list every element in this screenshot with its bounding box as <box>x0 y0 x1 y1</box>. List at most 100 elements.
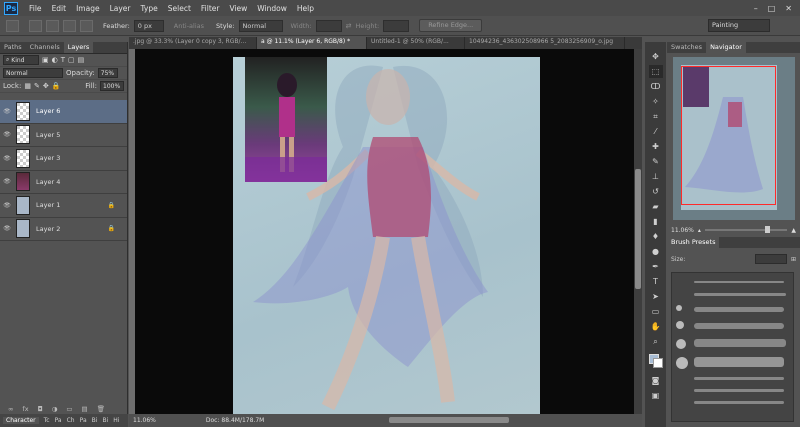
lock-position-icon[interactable]: ✥ <box>43 82 49 90</box>
doc-tab-jpg[interactable]: 10494236_436302508966 5_2083256909_o.jpg <box>465 37 625 49</box>
refine-edge-button[interactable]: Refine Edge... <box>419 19 483 32</box>
brush-preset-list[interactable] <box>671 272 794 422</box>
workspace-select[interactable]: Painting <box>708 19 770 32</box>
character-tab[interactable]: Character <box>3 417 39 424</box>
visibility-eye-icon[interactable]: 👁 <box>0 155 14 162</box>
new-selection-icon[interactable] <box>29 19 42 32</box>
lasso-tool-icon[interactable]: ↀ <box>649 80 663 93</box>
layer-style-icon[interactable]: fx <box>22 405 28 413</box>
menu-filter[interactable]: Filter <box>196 4 225 13</box>
menu-view[interactable]: View <box>224 4 252 13</box>
hand-tool-icon[interactable]: ✋ <box>649 320 663 333</box>
brush-stroke-preview[interactable] <box>694 377 784 380</box>
blur-tool-icon[interactable]: ♦ <box>649 230 663 243</box>
brush-tool-icon[interactable]: ✎ <box>649 155 663 168</box>
fill-input[interactable]: 100% <box>100 81 124 91</box>
close-button[interactable]: ✕ <box>785 4 792 13</box>
tab-layers[interactable]: Layers <box>63 42 94 53</box>
lock-all-icon[interactable]: 🔒 <box>52 82 61 90</box>
stamp-tool-icon[interactable]: ⊥ <box>649 170 663 183</box>
menu-type[interactable]: Type <box>136 4 163 13</box>
height-input[interactable] <box>383 19 410 32</box>
move-tool-icon[interactable]: ✥ <box>649 50 663 63</box>
menu-edit[interactable]: Edit <box>47 4 72 13</box>
menu-help[interactable]: Help <box>292 4 319 13</box>
menu-image[interactable]: Image <box>71 4 105 13</box>
mini-tab-5[interactable]: Bi <box>92 417 98 424</box>
brush-panel-icon[interactable]: ⊞ <box>791 256 796 263</box>
layer-row-layer-1[interactable]: 👁 Layer 1 🔒 <box>0 194 127 218</box>
maximize-button[interactable]: □ <box>768 4 776 13</box>
brush-stroke-preview[interactable] <box>694 389 784 392</box>
brush-stroke-preview[interactable] <box>694 307 784 312</box>
adjustment-layer-icon[interactable]: ◑ <box>52 405 58 413</box>
vertical-scroll-thumb[interactable] <box>635 169 641 289</box>
menu-file[interactable]: File <box>24 4 47 13</box>
screen-mode-icon[interactable]: ▣ <box>649 389 663 402</box>
type-tool-icon[interactable]: T <box>649 275 663 288</box>
brush-stroke-preview[interactable] <box>694 281 784 283</box>
mini-tab-4[interactable]: Pa <box>80 417 87 424</box>
minimize-button[interactable]: – <box>754 4 758 13</box>
history-brush-icon[interactable]: ↺ <box>649 185 663 198</box>
visibility-eye-icon[interactable]: 👁 <box>0 108 14 115</box>
tab-channels[interactable]: Channels <box>26 42 64 53</box>
mini-tab-2[interactable]: Pa <box>55 417 62 424</box>
brush-stroke-preview[interactable] <box>694 339 786 347</box>
eyedropper-tool-icon[interactable]: ⁄ <box>649 125 663 138</box>
menu-select[interactable]: Select <box>163 4 196 13</box>
brush-size-input[interactable] <box>754 254 787 264</box>
brush-stroke-preview[interactable] <box>694 293 786 296</box>
menu-layer[interactable]: Layer <box>105 4 136 13</box>
kind-filter-select[interactable]: ⌕ Kind <box>3 55 39 65</box>
visibility-eye-icon[interactable]: 👁 <box>0 178 14 185</box>
mini-tab-3[interactable]: Ch <box>67 417 75 424</box>
tab-navigator[interactable]: Navigator <box>706 42 746 53</box>
crop-tool-icon[interactable]: ⌗ <box>649 110 663 123</box>
zoom-out-icon[interactable]: ▴ <box>698 227 701 234</box>
quick-select-tool-icon[interactable]: ✧ <box>649 95 663 108</box>
mini-tab-1[interactable]: Tc <box>44 417 50 424</box>
zoom-readout[interactable]: 11.06% <box>133 417 156 424</box>
marquee-preset-icon[interactable] <box>6 19 19 32</box>
filter-pixel-icon[interactable]: ▣ <box>42 56 49 64</box>
zoom-in-icon[interactable]: ▲ <box>791 227 796 234</box>
layer-mask-icon[interactable]: ◘ <box>38 405 43 413</box>
background-color[interactable] <box>652 358 663 368</box>
dodge-tool-icon[interactable]: ● <box>649 245 663 258</box>
zoom-slider[interactable] <box>704 226 788 233</box>
mini-tab-7[interactable]: Hi <box>113 417 119 424</box>
document-canvas[interactable] <box>129 49 634 414</box>
gradient-tool-icon[interactable]: ▮ <box>649 215 663 228</box>
filter-smart-icon[interactable]: ▤ <box>78 56 85 64</box>
new-layer-icon[interactable]: ▤ <box>82 405 88 413</box>
antialias-checkbox[interactable]: Anti-alias <box>174 22 204 30</box>
tab-brush-presets[interactable]: Brush Presets <box>667 237 720 248</box>
tab-swatches[interactable]: Swatches <box>667 42 706 53</box>
mini-tab-6[interactable]: Bi <box>102 417 108 424</box>
filter-type-icon[interactable]: T <box>61 56 65 64</box>
tab-paths[interactable]: Paths <box>0 42 26 53</box>
width-input[interactable] <box>315 19 342 32</box>
navigator-zoom-readout[interactable]: 11.06% <box>671 227 694 234</box>
swap-icon[interactable]: ⇄ <box>346 22 352 30</box>
trash-icon[interactable]: 🗑 <box>97 405 105 413</box>
add-selection-icon[interactable] <box>46 19 59 32</box>
lock-transparent-icon[interactable]: ▦ <box>24 82 31 90</box>
brush-stroke-preview[interactable] <box>694 401 784 404</box>
intersect-selection-icon[interactable] <box>80 19 93 32</box>
vertical-scrollbar[interactable] <box>634 49 642 414</box>
layer-row-layer-6[interactable]: 👁 Layer 6 <box>0 100 127 124</box>
doc-tab-untitled[interactable]: Untitled-1 @ 50% (RGB/... <box>367 37 465 49</box>
visibility-eye-icon[interactable]: 👁 <box>0 225 14 232</box>
layer-row-layer-5[interactable]: 👁 Layer 5 <box>0 124 127 147</box>
horizontal-scroll-thumb[interactable] <box>389 417 509 423</box>
style-select[interactable]: Normal <box>238 19 283 32</box>
menu-window[interactable]: Window <box>252 4 292 13</box>
brush-stroke-preview[interactable] <box>694 357 784 367</box>
blend-mode-select[interactable]: Normal <box>3 68 63 78</box>
layer-row-layer-3[interactable]: 👁 Layer 3 <box>0 147 127 171</box>
doc-tab-1[interactable]: .jpg @ 33.3% (Layer 0 copy 3, RGB/... <box>129 37 257 49</box>
pen-tool-icon[interactable]: ✒ <box>649 260 663 273</box>
filter-shape-icon[interactable]: ▢ <box>68 56 75 64</box>
